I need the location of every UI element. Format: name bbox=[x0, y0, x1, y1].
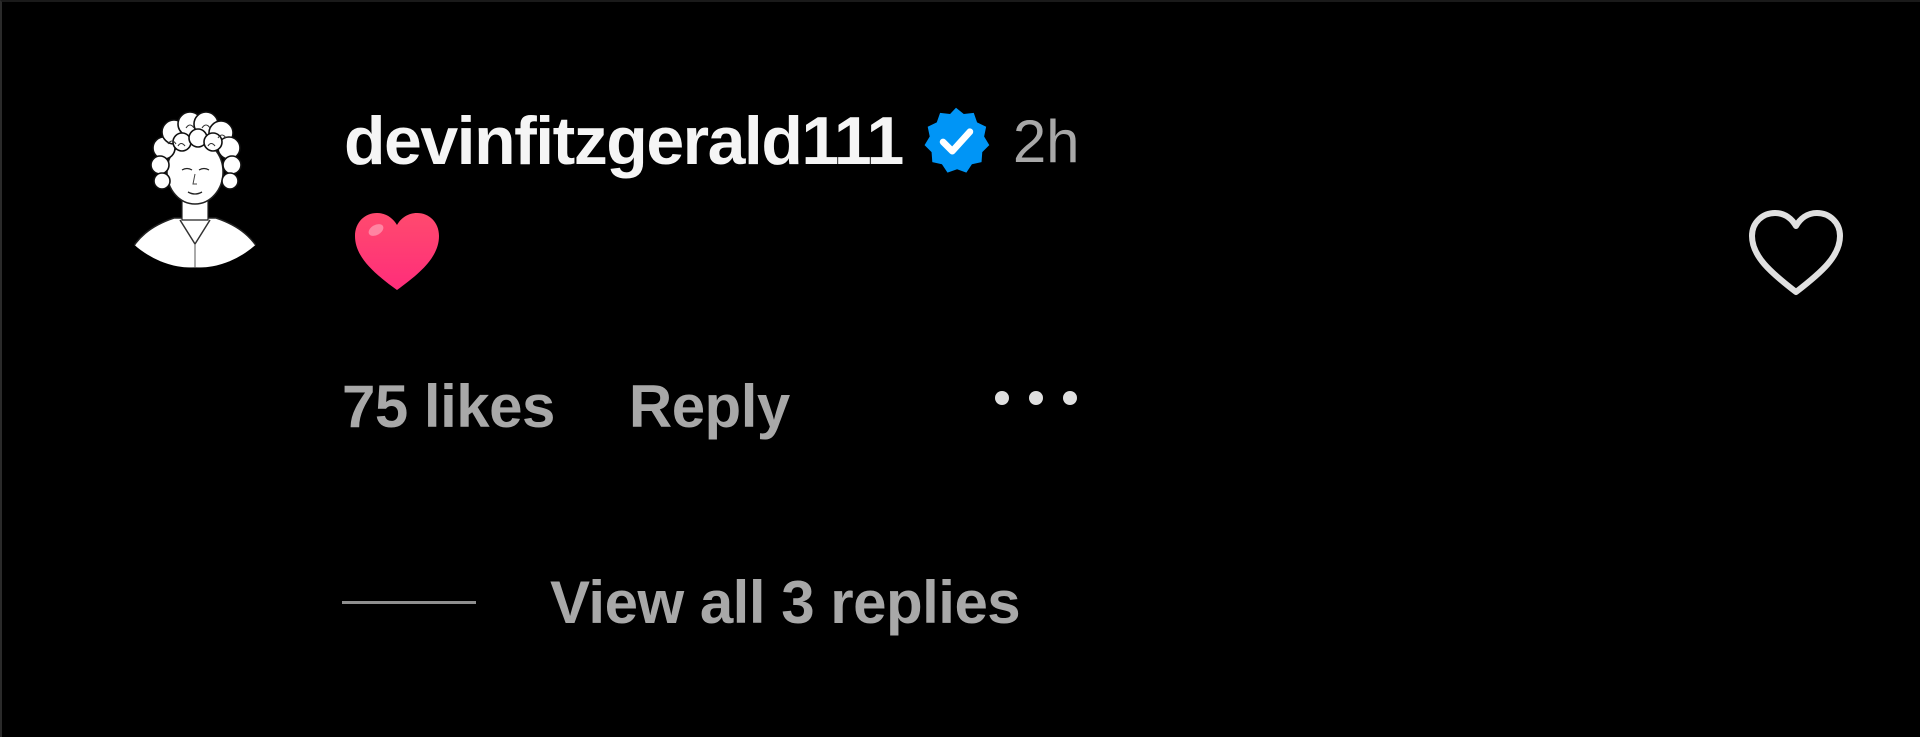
username[interactable]: devinfitzgerald111 bbox=[344, 102, 904, 180]
view-replies-button[interactable]: View all 3 replies bbox=[342, 562, 1021, 642]
view-replies-label: View all 3 replies bbox=[550, 568, 1021, 636]
comment-item: devinfitzgerald111 2h 75 likes Reply Vie… bbox=[0, 0, 1920, 737]
comment-text bbox=[352, 210, 442, 294]
replies-divider-line bbox=[342, 600, 476, 604]
heart-outline-icon[interactable] bbox=[1744, 206, 1848, 300]
comment-header: devinfitzgerald111 2h bbox=[344, 96, 1080, 186]
red-heart-emoji-icon bbox=[355, 213, 439, 290]
comment-timestamp[interactable]: 2h bbox=[1013, 107, 1080, 176]
verified-badge-icon bbox=[919, 104, 993, 178]
more-horizontal-icon[interactable] bbox=[988, 386, 1084, 410]
avatar-illustration bbox=[104, 86, 286, 268]
comment-actions: 75 likes Reply bbox=[342, 364, 790, 448]
reply-button[interactable]: Reply bbox=[629, 372, 790, 441]
likes-count[interactable]: 75 likes bbox=[342, 372, 555, 441]
avatar[interactable] bbox=[104, 86, 286, 268]
